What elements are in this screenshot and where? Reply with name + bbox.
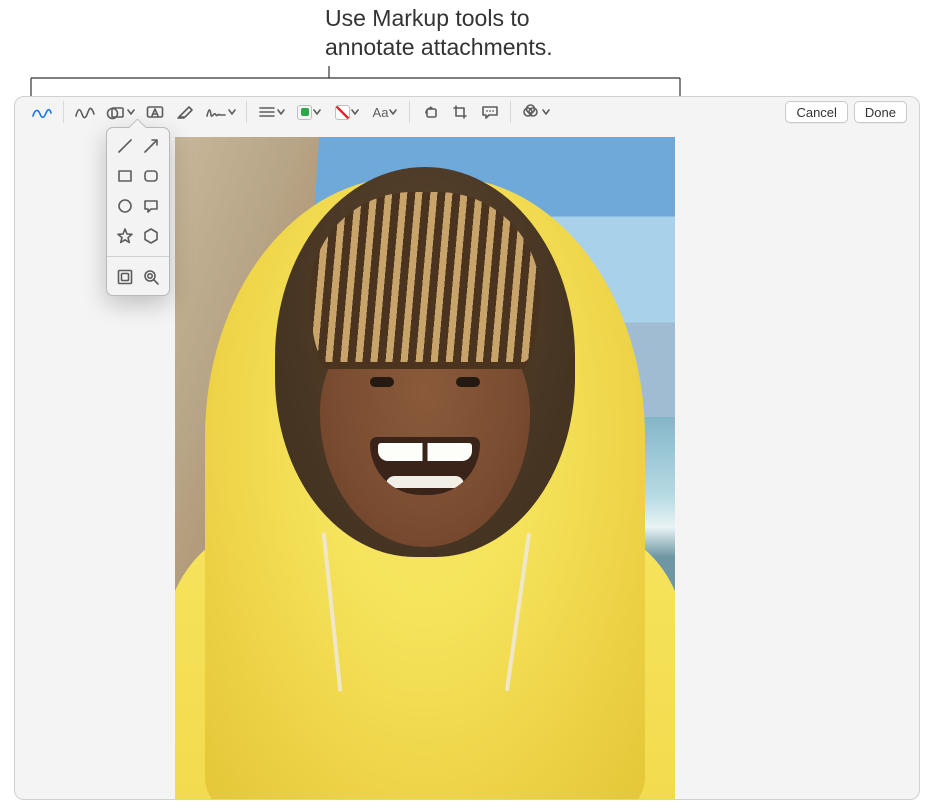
action-buttons: Cancel Done [785, 101, 913, 123]
shape-rounded-rectangle[interactable] [141, 166, 161, 186]
highlight-button[interactable] [173, 101, 197, 123]
markup-toolbar: Aa [15, 97, 919, 127]
draw-icon [74, 104, 96, 120]
text-style-icon: Aa [373, 106, 389, 119]
shape-rectangle[interactable] [115, 166, 135, 186]
callout: Use Markup tools to annotate attachments… [0, 4, 931, 104]
line-weight-icon [258, 104, 276, 120]
crop-button[interactable] [448, 101, 472, 123]
shape-loupe[interactable] [141, 267, 161, 287]
draw-button[interactable] [72, 101, 98, 123]
fill-color-swatch-icon [335, 105, 350, 120]
text-box-icon [145, 104, 165, 120]
chevron-down-icon [389, 104, 397, 120]
highlighter-icon [175, 104, 195, 120]
sketch-icon [31, 104, 53, 120]
shape-mask[interactable] [115, 267, 135, 287]
shape-oval[interactable] [115, 196, 135, 216]
loupe-icon [142, 268, 160, 286]
text-button[interactable] [143, 101, 167, 123]
shape-arrow[interactable] [141, 136, 161, 156]
border-color-swatch-icon [297, 105, 312, 120]
adjust-icon [521, 104, 541, 120]
text-style-button[interactable]: Aa [369, 101, 401, 123]
sketch-button[interactable] [29, 101, 55, 123]
chevron-down-icon [127, 104, 135, 120]
line-icon [116, 137, 134, 155]
arrow-icon [142, 137, 160, 155]
rotate-button[interactable] [418, 101, 442, 123]
rotate-left-icon [421, 104, 439, 120]
shape-polygon[interactable] [141, 226, 161, 246]
shape-line[interactable] [115, 136, 135, 156]
chevron-down-icon [313, 104, 321, 120]
signature-icon [205, 104, 227, 120]
callout-line1: Use Markup tools to [325, 5, 530, 31]
chevron-down-icon [228, 104, 236, 120]
hexagon-icon [142, 227, 160, 245]
callout-leader-lines [0, 4, 931, 104]
shapes-icon [106, 104, 126, 120]
oval-icon [116, 197, 134, 215]
speech-bubble-shape-icon [142, 197, 160, 215]
border-color-button[interactable] [293, 101, 325, 123]
cancel-button[interactable]: Cancel [785, 101, 847, 123]
speech-bubble-icon [480, 104, 500, 120]
star-icon [116, 227, 134, 245]
callout-line2: annotate attachments. [325, 34, 553, 60]
sign-button[interactable] [203, 101, 238, 123]
done-button[interactable]: Done [854, 101, 907, 123]
rounded-rectangle-icon [142, 167, 160, 185]
image-description-button[interactable] [478, 101, 502, 123]
popover-separator [107, 256, 169, 257]
more-tools-button[interactable] [519, 101, 552, 123]
shapes-button[interactable] [104, 101, 137, 123]
mask-icon [116, 268, 134, 286]
crop-icon [451, 104, 469, 120]
shape-style-button[interactable] [255, 101, 287, 123]
chevron-down-icon [351, 104, 359, 120]
callout-text: Use Markup tools to annotate attachments… [325, 4, 705, 62]
chevron-down-icon [542, 104, 550, 120]
shape-star[interactable] [115, 226, 135, 246]
shape-speech-bubble[interactable] [141, 196, 161, 216]
fill-color-button[interactable] [331, 101, 363, 123]
attachment-image [175, 137, 675, 799]
chevron-down-icon [277, 104, 285, 120]
rectangle-icon [116, 167, 134, 185]
shapes-popover [106, 127, 170, 296]
